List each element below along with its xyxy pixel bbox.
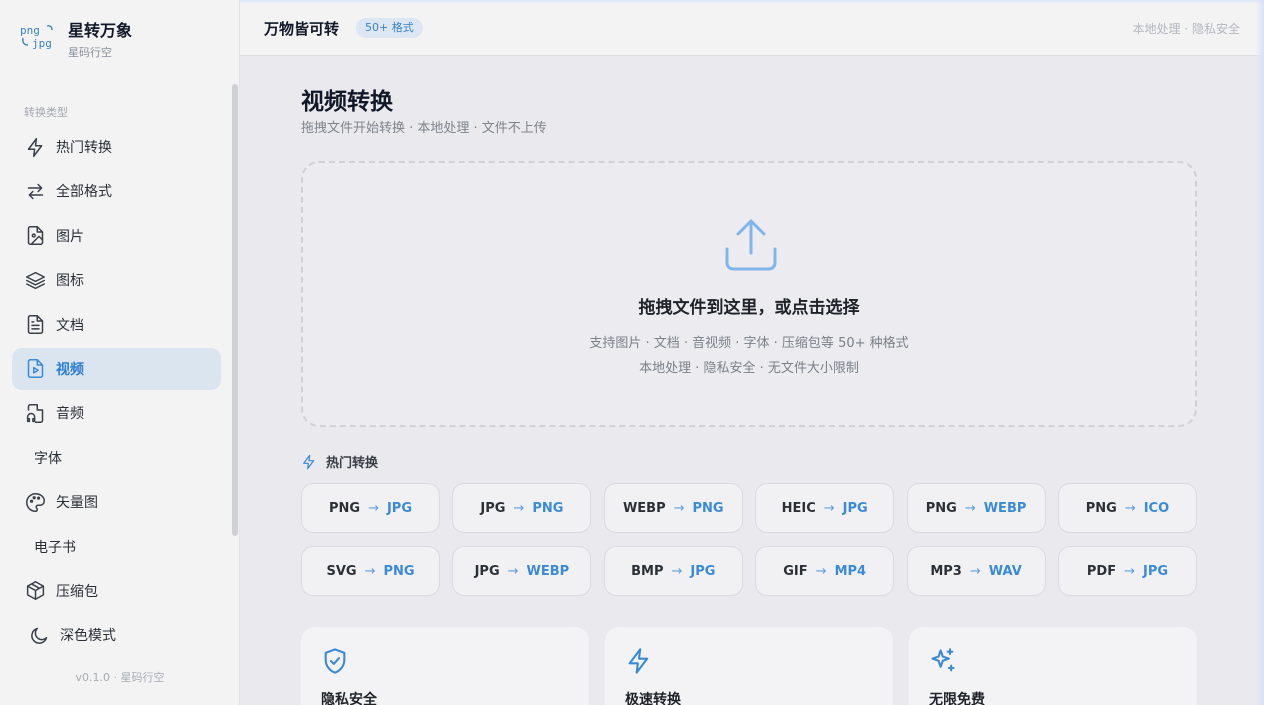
logo-curve-icon [22, 37, 29, 46]
arrow-right-icon: → [1124, 500, 1136, 516]
sidebar-item-label: 图标 [56, 273, 84, 290]
sidebar-item-ebook[interactable]: 电子书 [12, 526, 221, 568]
moon-icon [28, 624, 50, 646]
arrow-right-icon: → [368, 500, 379, 516]
sidebar-item-label: 矢量图 [56, 495, 98, 512]
sidebar-item-label: 热门转换 [56, 140, 112, 156]
theme-toggle[interactable]: 深色模式 [12, 614, 221, 656]
sidebar-item-audio[interactable]: 音频 [12, 392, 221, 434]
sidebar-scrollbar[interactable] [232, 84, 238, 536]
layers-icon [24, 269, 46, 291]
version-text: v0.1.0 · 星码行空 [75, 671, 165, 684]
brand-subtitle: 星码行空 [68, 46, 112, 59]
window-glow [1256, 0, 1264, 705]
video-file-icon [24, 358, 46, 380]
image-file-icon [24, 225, 46, 247]
sidebar-item-document[interactable]: 文档 [12, 304, 221, 346]
sidebar-item-label: 音频 [56, 406, 84, 423]
sidebar-item-label: 文档 [56, 317, 84, 334]
package-icon [24, 580, 46, 602]
conversion-button[interactable]: PNG → WEBP [906, 483, 1046, 533]
sidebar-nav: 热门转换 全部格式 图片 图标 文档 视频 音频 字体 矢量图 电子书 压缩包 … [12, 126, 221, 659]
privacy-note: 本地处理 · 隐私安全 [1132, 22, 1240, 36]
conversion-button[interactable]: PDF → JPG [1057, 546, 1197, 596]
conversion-button[interactable]: PNG → ICO [1057, 483, 1197, 533]
sidebar-item-archive[interactable]: 压缩包 [12, 570, 221, 612]
arrow-right-icon: → [671, 563, 683, 579]
sidebar-item-icon[interactable]: 图标 [12, 259, 221, 301]
dropzone-title: 拖拽文件到这里，或点击选择 [638, 298, 860, 318]
sidebar-item-hot[interactable]: 热门转换 [12, 126, 221, 168]
conversion-button[interactable]: GIF → MP4 [755, 546, 895, 596]
conversion-button[interactable]: MP3 → WAV [906, 546, 1046, 596]
upload-icon [723, 215, 779, 273]
arrow-right-icon: → [507, 563, 519, 579]
sidebar-item-label: 字体 [34, 450, 62, 467]
arrow-right-icon: → [964, 500, 976, 516]
conversion-button[interactable]: PNG → JPG [301, 483, 440, 533]
sidebar-item-label: 全部格式 [56, 184, 112, 201]
page-subtitle: 拖拽文件开始转换 · 本地处理 · 文件不上传 [301, 121, 547, 136]
conversion-button[interactable]: WEBP → PNG [603, 483, 743, 533]
feature-card-speed: 极速转换 [605, 627, 893, 705]
sidebar-item-vector[interactable]: 矢量图 [12, 481, 221, 523]
section-label: 转换类型 [24, 106, 68, 119]
dropzone-formats-text: 支持图片 · 文档 · 音视频 · 字体 · 压缩包等 50+ 种格式 [589, 336, 909, 351]
conversion-button[interactable]: HEIC → JPG [755, 483, 895, 533]
dropzone-privacy-text: 本地处理 · 隐私安全 · 无文件大小限制 [639, 361, 859, 376]
zap-icon [24, 136, 46, 158]
sidebar-item-image[interactable]: 图片 [12, 215, 221, 257]
file-dropzone[interactable]: 拖拽文件到这里，或点击选择 支持图片 · 文档 · 音视频 · 字体 · 压缩包… [301, 161, 1197, 427]
sparkles-icon [929, 647, 957, 675]
topbar: 万物皆可转 50+ 格式 本地处理 · 隐私安全 [240, 0, 1264, 56]
arrow-right-icon: → [1124, 563, 1135, 579]
conversion-button[interactable]: JPG → PNG [452, 483, 592, 533]
feature-card-free: 无限免费 [909, 627, 1197, 705]
sidebar-item-video[interactable]: 视频 [12, 347, 221, 390]
swap-arrows-icon [24, 180, 46, 202]
conversion-button[interactable]: JPG → WEBP [452, 546, 592, 596]
theme-toggle-label: 深色模式 [60, 628, 116, 645]
document-icon [24, 314, 46, 336]
conversion-button[interactable]: BMP → JPG [603, 546, 743, 596]
conversion-grid: PNG → JPG JPG → PNG WEBP → PNG HEIC → JPG PNG → WE… [301, 483, 1197, 596]
page-title: 视频转换 [301, 89, 393, 115]
logo-curve-icon [46, 25, 53, 31]
sidebar-item-all-formats[interactable]: 全部格式 [12, 170, 221, 212]
sidebar-item-label: 图片 [56, 228, 84, 245]
conversion-button[interactable]: SVG → PNG [301, 546, 440, 596]
window-glow [240, 0, 1264, 4]
hot-conversions-heading: 热门转换 [301, 452, 378, 471]
arrow-right-icon: → [673, 500, 685, 516]
shield-check-icon [321, 647, 349, 675]
arrow-right-icon: → [815, 563, 827, 579]
feature-card-privacy: 隐私安全 [301, 627, 589, 705]
logo: png jpg [20, 20, 54, 56]
sidebar-item-label: 压缩包 [56, 583, 98, 600]
format-count-badge: 50+ 格式 [356, 18, 423, 38]
brand-name: 星转万象 [68, 21, 133, 40]
sidebar: png jpg 星转万象 星码行空 转换类型 热门转换 全部格式 图片 图标 文… [0, 0, 240, 705]
arrow-right-icon: → [969, 563, 981, 579]
app-title: 万物皆可转 [264, 20, 340, 38]
sidebar-item-label: 电子书 [34, 539, 76, 556]
palette-icon [24, 491, 46, 513]
sidebar-item-label: 视频 [56, 361, 84, 378]
brand[interactable]: png jpg 星转万象 星码行空 [20, 20, 132, 60]
audio-file-icon [24, 402, 46, 424]
zap-icon [625, 647, 653, 675]
arrow-right-icon: → [513, 500, 525, 516]
arrow-right-icon: → [364, 563, 376, 579]
arrow-right-icon: → [823, 500, 835, 516]
zap-icon [303, 454, 315, 469]
sidebar-item-font[interactable]: 字体 [12, 437, 221, 479]
